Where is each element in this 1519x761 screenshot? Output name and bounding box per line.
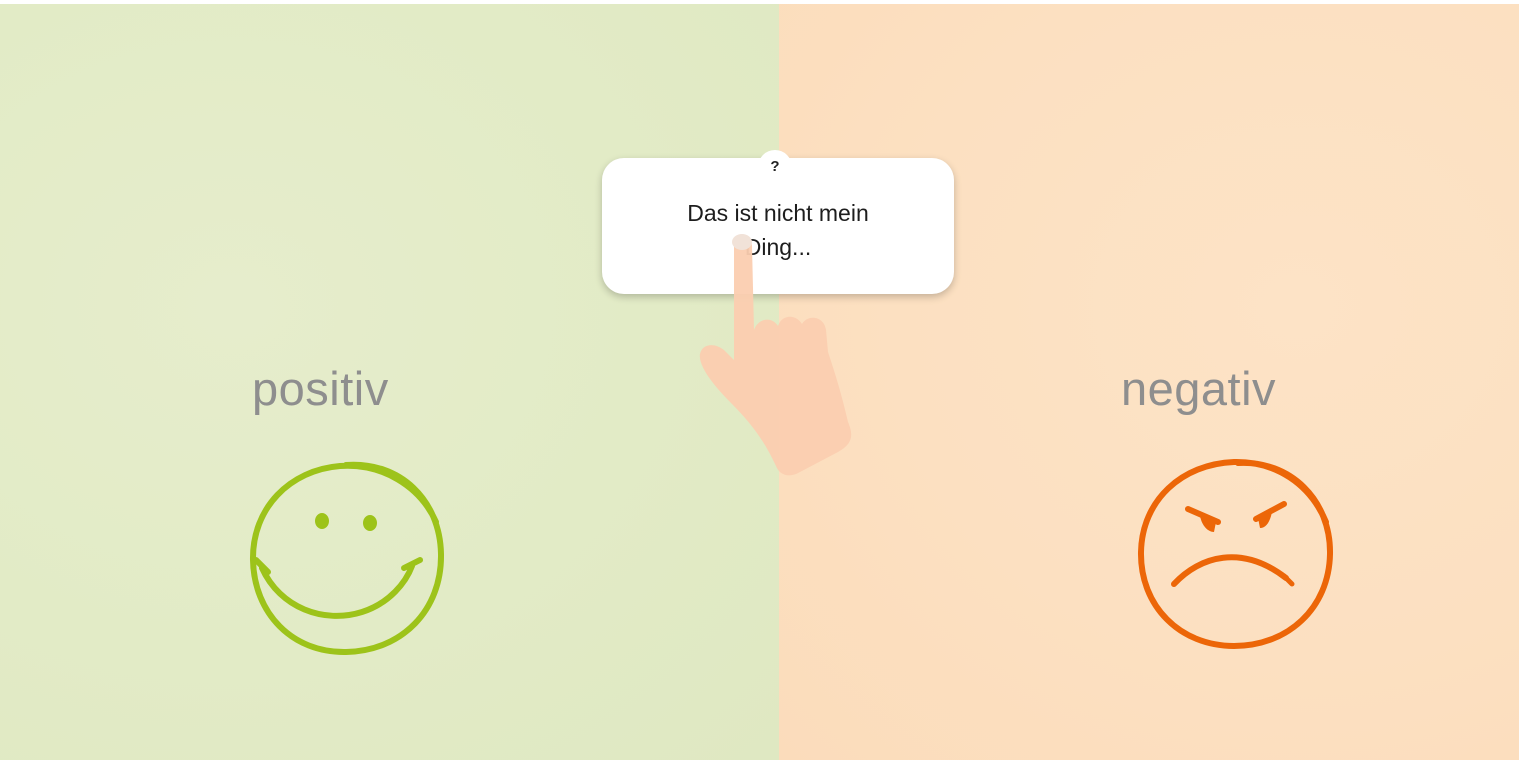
sorting-stage: positiv negativ ? Das ist nicht mein Din… — [0, 4, 1519, 760]
help-icon[interactable]: ? — [758, 150, 792, 184]
positive-label: positiv — [252, 362, 389, 415]
pointing-hand-icon — [699, 234, 852, 476]
smiley-happy-icon — [249, 461, 445, 656]
smiley-angry-icon — [1137, 458, 1334, 649]
negative-label: negativ — [1121, 362, 1277, 415]
